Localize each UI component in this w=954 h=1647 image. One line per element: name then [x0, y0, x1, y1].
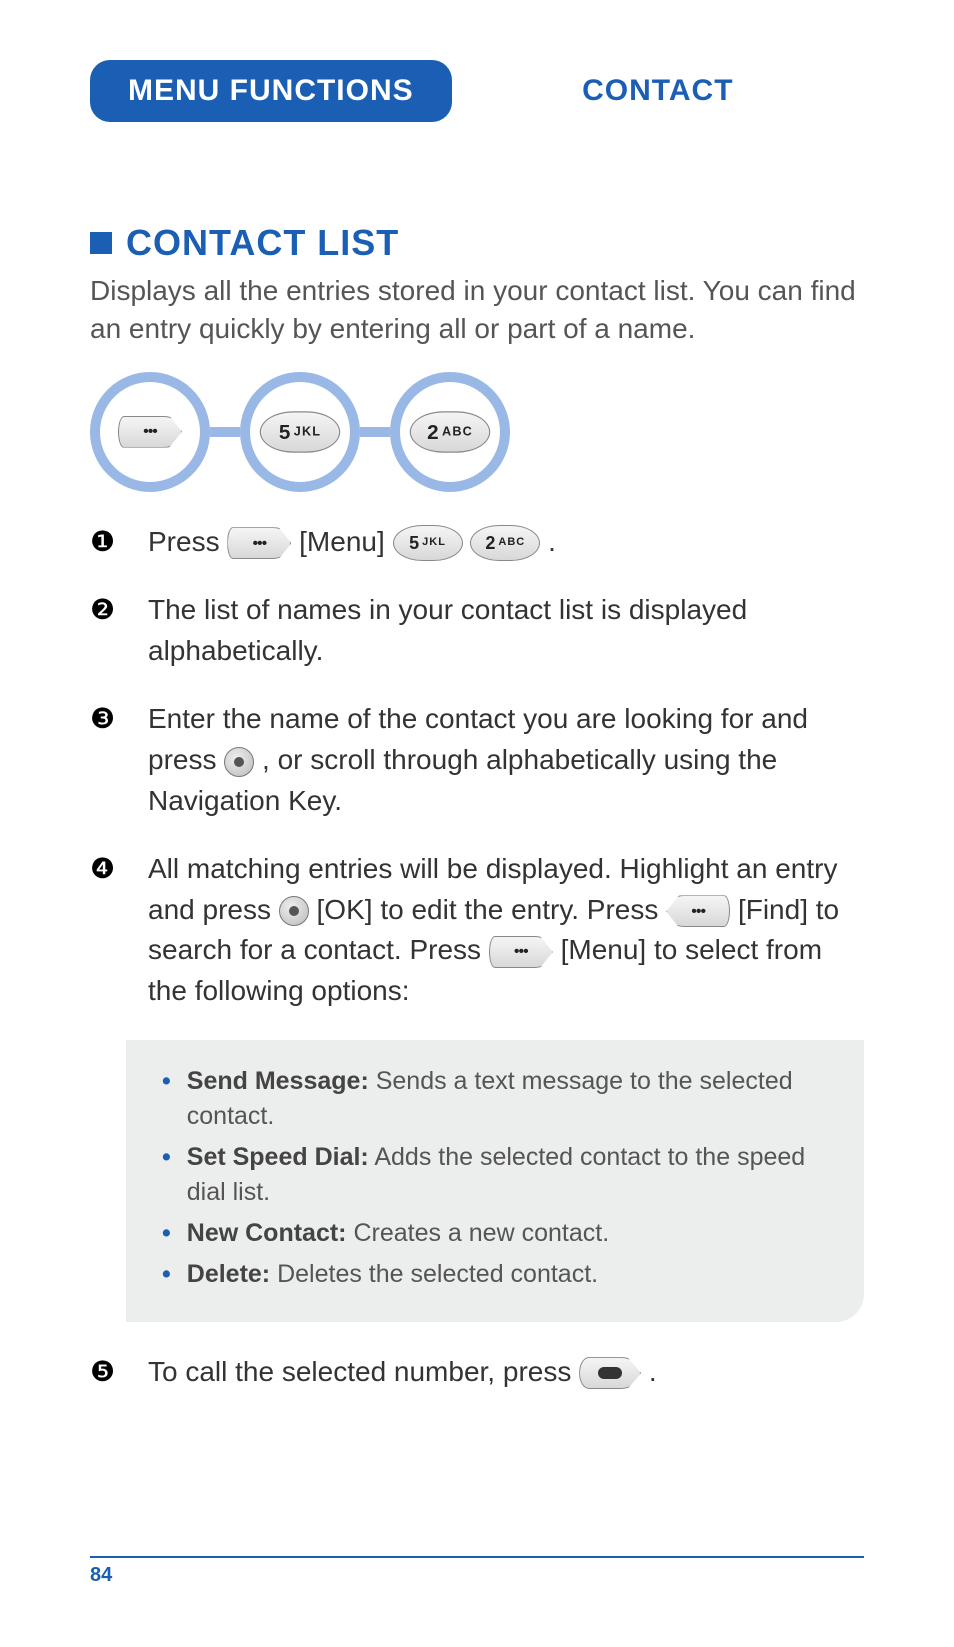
- seq-circle-1: [90, 372, 210, 492]
- option-text: Set Speed Dial: Adds the selected contac…: [187, 1140, 836, 1210]
- section-intro: Displays all the entries stored in your …: [90, 272, 864, 348]
- seq-circle-3: 2ABC: [390, 372, 510, 492]
- option-item: •Send Message: Sends a text message to t…: [162, 1064, 836, 1134]
- key-digit: 5: [409, 530, 420, 556]
- option-label: Delete:: [187, 1260, 270, 1288]
- steps-list: ❶ Press [Menu] 5JKL 2ABC . ❷ The list of…: [90, 522, 864, 1393]
- seq-connector: [210, 427, 240, 437]
- option-label: New Contact:: [187, 1219, 347, 1247]
- tab-contact: CONTACT: [452, 74, 864, 108]
- text: [OK] to edit the entry. Press: [317, 894, 667, 925]
- key-5jkl-icon: 5JKL: [393, 525, 463, 561]
- option-label: Set Speed Dial:: [187, 1143, 369, 1171]
- page-number: 84: [90, 1564, 112, 1586]
- option-item: • Delete: Deletes the selected contact.: [162, 1257, 836, 1292]
- text: [Menu]: [299, 526, 392, 557]
- step-body: Press [Menu] 5JKL 2ABC .: [148, 522, 864, 563]
- ok-key-icon: [279, 896, 309, 926]
- key-digit: 2: [427, 420, 440, 444]
- step-number: ❷: [90, 590, 120, 671]
- option-label: Send Message:: [187, 1067, 369, 1095]
- key-digit: 5: [279, 420, 292, 444]
- softkey-right-icon: [489, 936, 553, 968]
- step-1: ❶ Press [Menu] 5JKL 2ABC .: [90, 522, 864, 563]
- key-5jkl-icon: 5JKL: [260, 411, 341, 452]
- option-text: Delete: Deletes the selected contact.: [187, 1257, 598, 1292]
- key-2abc-icon: 2ABC: [410, 411, 491, 452]
- key-sequence-graphic: 5JKL 2ABC: [90, 372, 864, 492]
- key-2abc-icon: 2ABC: [470, 525, 540, 561]
- text: Press: [148, 526, 227, 557]
- section-heading: CONTACT LIST: [90, 222, 864, 264]
- text: .: [548, 526, 556, 557]
- step-3: ❸ Enter the name of the contact you are …: [90, 699, 864, 821]
- key-digit: 2: [485, 530, 496, 556]
- softkey-right-icon: [118, 416, 182, 448]
- step-5: ❺ To call the selected number, press .: [90, 1352, 864, 1393]
- bullet-icon: •: [162, 1064, 171, 1134]
- send-key-icon: [579, 1357, 641, 1389]
- step-number: ❸: [90, 699, 120, 821]
- step-number: ❹: [90, 849, 120, 1011]
- tab-menu-functions: MENU FUNCTIONS: [90, 60, 452, 122]
- header-tabs: MENU FUNCTIONS CONTACT: [90, 60, 864, 122]
- option-text: New Contact: Creates a new contact.: [187, 1216, 609, 1251]
- section-title: CONTACT LIST: [126, 222, 399, 264]
- step-body: To call the selected number, press .: [148, 1352, 864, 1393]
- step-number: ❺: [90, 1352, 120, 1393]
- option-item: • New Contact: Creates a new contact.: [162, 1216, 836, 1251]
- key-letters: ABC: [498, 535, 525, 551]
- key-letters: JKL: [422, 535, 446, 551]
- bullet-icon: •: [162, 1140, 171, 1210]
- ok-key-icon: [224, 747, 254, 777]
- option-item: •Set Speed Dial: Adds the selected conta…: [162, 1140, 836, 1210]
- text: .: [649, 1356, 657, 1387]
- key-letters: JKL: [294, 425, 321, 439]
- options-box: •Send Message: Sends a text message to t…: [126, 1040, 864, 1322]
- text: To call the selected number, press: [148, 1356, 579, 1387]
- option-text: Send Message: Sends a text message to th…: [187, 1064, 836, 1134]
- key-letters: ABC: [442, 425, 473, 439]
- seq-circle-2: 5JKL: [240, 372, 360, 492]
- seq-connector: [360, 427, 390, 437]
- step-body: All matching entries will be displayed. …: [148, 849, 864, 1011]
- softkey-left-icon: [666, 895, 730, 927]
- bullet-icon: •: [162, 1216, 171, 1251]
- footer: 84: [90, 1556, 864, 1587]
- step-number: ❶: [90, 522, 120, 563]
- step-2: ❷ The list of names in your contact list…: [90, 590, 864, 671]
- step-body: The list of names in your contact list i…: [148, 590, 864, 671]
- step-body: Enter the name of the contact you are lo…: [148, 699, 864, 821]
- square-bullet-icon: [90, 232, 112, 254]
- softkey-right-icon: [227, 527, 291, 559]
- bullet-icon: •: [162, 1257, 171, 1292]
- step-4: ❹ All matching entries will be displayed…: [90, 849, 864, 1011]
